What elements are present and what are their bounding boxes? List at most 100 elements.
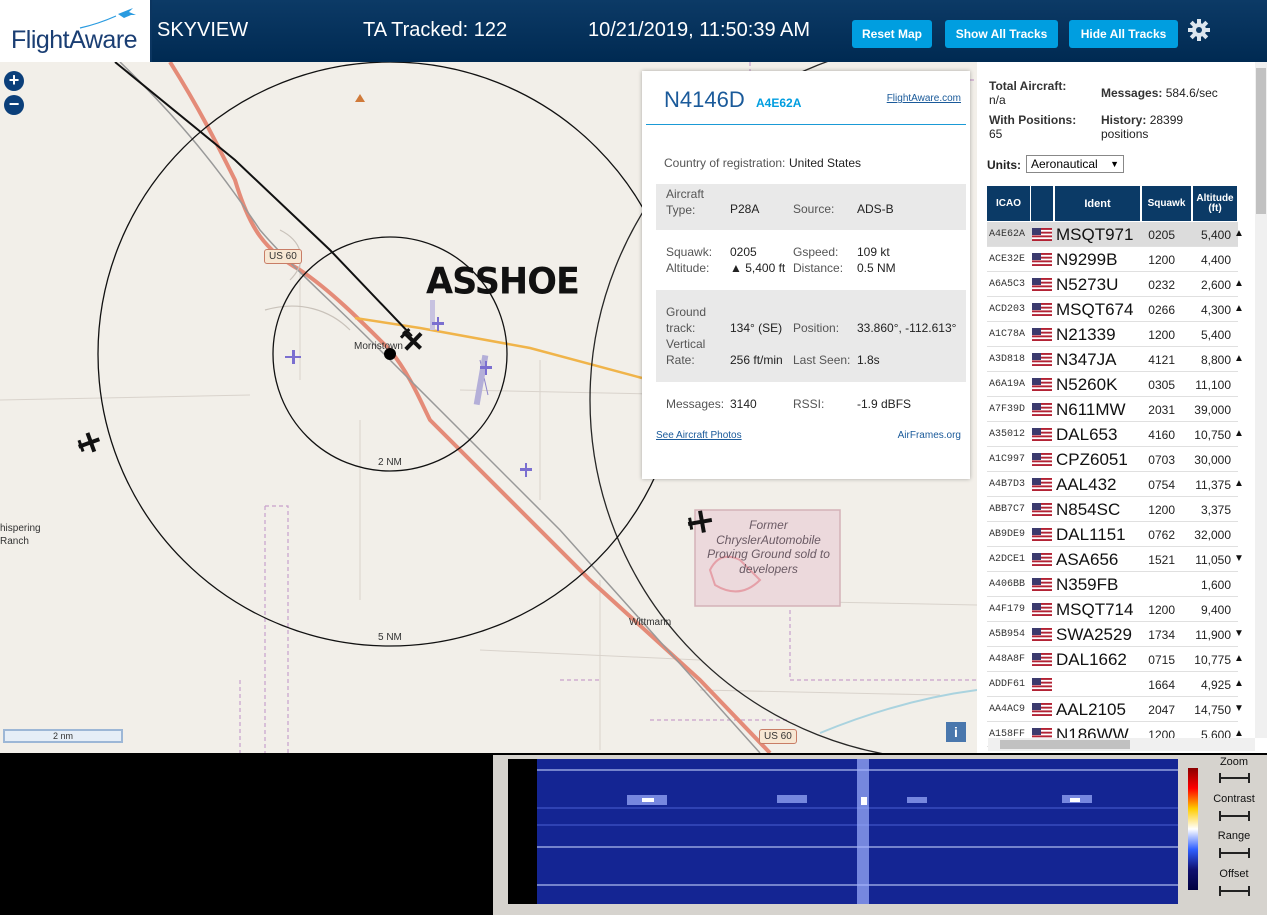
proving-ground-label: Former ChryslerAutomobile Proving Ground… bbox=[707, 518, 830, 576]
table-row[interactable]: ACE32E N9299B 1200 4,400 bbox=[987, 247, 1238, 272]
table-row[interactable]: A6A19A N5260K 0305 11,100 bbox=[987, 372, 1238, 397]
row-icao: A406BB bbox=[989, 579, 1026, 590]
table-row[interactable]: AB9DE9 DAL1151 0762 32,000 bbox=[987, 522, 1238, 547]
aircraft-icon[interactable] bbox=[518, 462, 534, 478]
col-header-altitude[interactable]: Altitude (ft) bbox=[1193, 186, 1237, 221]
us-flag-icon bbox=[1032, 303, 1052, 316]
table-row[interactable]: A1C78A N21339 1200 5,400 bbox=[987, 322, 1238, 347]
row-icao: A1C78A bbox=[989, 329, 1026, 340]
col-header-ident[interactable]: Ident bbox=[1055, 186, 1140, 221]
aircraft-type-value: P28A bbox=[730, 202, 760, 216]
row-icao: A6A19A bbox=[989, 379, 1026, 390]
row-ident: N9299B bbox=[1056, 250, 1118, 269]
row-icao: A7F39D bbox=[989, 404, 1026, 415]
row-altitude: 10,750 bbox=[1194, 428, 1231, 442]
table-row[interactable]: A6A5C3 N5273U 0232 2,600 ▲ bbox=[987, 272, 1244, 297]
row-altitude: 39,000 bbox=[1194, 403, 1231, 417]
range-slider[interactable] bbox=[1219, 848, 1250, 858]
waterfall-spectrum bbox=[537, 759, 1178, 904]
row-icao: ABB7C7 bbox=[989, 504, 1026, 515]
table-row[interactable]: A2DCE1 ASA656 1521 11,050 ▼ bbox=[987, 547, 1244, 572]
offset-slider[interactable] bbox=[1219, 886, 1250, 896]
flightaware-link[interactable]: FlightAware.com bbox=[887, 93, 961, 104]
aircraft-icon[interactable] bbox=[76, 430, 102, 456]
table-row[interactable]: A35012 DAL653 4160 10,750 ▲ bbox=[987, 422, 1244, 447]
row-ident: DAL1662 bbox=[1056, 650, 1127, 669]
info-icon[interactable]: i bbox=[946, 722, 966, 742]
chevron-down-icon: ▼ bbox=[1110, 159, 1119, 169]
total-aircraft-label: Total Aircraft: bbox=[989, 79, 1067, 93]
col-header-flag[interactable] bbox=[1031, 186, 1053, 221]
col-header-squawk[interactable]: Squawk bbox=[1142, 186, 1191, 221]
row-altitude: 11,100 bbox=[1195, 378, 1231, 392]
altitude-label: Altitude: bbox=[666, 261, 710, 275]
whispering-ranch-label: hispering Ranch bbox=[0, 523, 41, 547]
table-row[interactable]: A4B7D3 AAL432 0754 11,375 ▲ bbox=[987, 472, 1244, 497]
vertical-scroll-thumb[interactable] bbox=[1256, 68, 1266, 214]
table-row[interactable]: A3D818 N347JA 4121 8,800 ▲ bbox=[987, 347, 1244, 372]
row-altitude: 11,375 bbox=[1195, 478, 1231, 492]
row-ident: ASA656 bbox=[1056, 550, 1119, 569]
country-label: Country of registration: bbox=[664, 156, 786, 170]
messages-stat: Messages: 584.6/sec bbox=[1101, 86, 1218, 100]
table-row[interactable]: A406BB N359FB 1,600 bbox=[987, 572, 1238, 597]
units-value: Aeronautical bbox=[1031, 157, 1098, 171]
reset-map-button[interactable]: Reset Map bbox=[852, 20, 932, 48]
row-squawk: 0232 bbox=[1148, 278, 1175, 292]
table-row[interactable]: ADDF61 1664 4,925 ▲ bbox=[987, 672, 1244, 697]
horizontal-scroll-thumb[interactable] bbox=[1000, 740, 1130, 749]
row-vertical-rate-icon: ▼ bbox=[1234, 628, 1244, 639]
table-row[interactable]: ABB7C7 N854SC 1200 3,375 bbox=[987, 497, 1238, 522]
us-flag-icon bbox=[1032, 378, 1052, 391]
units-select[interactable]: Aeronautical ▼ bbox=[1026, 155, 1124, 173]
table-row[interactable]: A48A8F DAL1662 0715 10,775 ▲ bbox=[987, 647, 1244, 672]
row-squawk: 4160 bbox=[1148, 428, 1175, 442]
squawk-value: 0205 bbox=[730, 245, 757, 259]
us-flag-icon bbox=[1032, 703, 1052, 716]
zoom-out-button[interactable]: − bbox=[4, 95, 24, 115]
hide-all-tracks-button[interactable]: Hide All Tracks bbox=[1069, 20, 1178, 48]
popup-icao: A4E62A bbox=[756, 96, 802, 110]
row-icao: A2DCE1 bbox=[989, 554, 1026, 565]
row-squawk: 4121 bbox=[1148, 353, 1175, 367]
aircraft-icon[interactable] bbox=[478, 360, 494, 376]
zoom-slider[interactable] bbox=[1219, 773, 1250, 783]
flightaware-logo[interactable]: FlightAware bbox=[0, 0, 152, 62]
source-value: ADS-B bbox=[857, 202, 894, 216]
row-vertical-rate-icon: ▲ bbox=[1234, 678, 1244, 689]
table-row[interactable]: A7F39D N611MW 2031 39,000 bbox=[987, 397, 1238, 422]
table-row[interactable]: A5B954 SWA2529 1734 11,900 ▼ bbox=[987, 622, 1244, 647]
col-header-icao[interactable]: ICAO bbox=[987, 186, 1030, 221]
contrast-slider[interactable] bbox=[1219, 811, 1250, 821]
row-altitude: 32,000 bbox=[1194, 528, 1231, 542]
us-flag-icon bbox=[1032, 453, 1052, 466]
row-squawk: 2047 bbox=[1148, 703, 1175, 717]
gspeed-value: 109 kt bbox=[857, 245, 890, 259]
aircraft-icon[interactable] bbox=[430, 316, 446, 332]
aircraft-icon[interactable] bbox=[284, 348, 302, 366]
row-ident: DAL653 bbox=[1056, 425, 1118, 444]
table-row[interactable]: A1C997 CPZ6051 0703 30,000 bbox=[987, 447, 1238, 472]
table-row[interactable]: A4E62A MSQT971 0205 5,400 ▲ bbox=[987, 222, 1244, 247]
row-altitude: 11,900 bbox=[1195, 628, 1231, 642]
row-vertical-rate-icon: ▲ bbox=[1234, 228, 1244, 239]
aircraft-photos-link[interactable]: See Aircraft Photos bbox=[656, 430, 742, 441]
gear-icon[interactable] bbox=[1187, 18, 1211, 42]
table-row[interactable]: A4F179 MSQT714 1200 9,400 bbox=[987, 597, 1238, 622]
with-positions-value: 65 bbox=[989, 127, 1003, 141]
airframes-link[interactable]: AirFrames.org bbox=[898, 430, 961, 441]
us-flag-icon bbox=[1032, 428, 1052, 441]
zoom-in-button[interactable]: + bbox=[4, 71, 24, 91]
show-all-tracks-button[interactable]: Show All Tracks bbox=[945, 20, 1058, 48]
messages-rate-label: Messages: bbox=[1101, 86, 1163, 100]
position-value: 33.860°, -112.613° bbox=[857, 321, 957, 335]
table-row[interactable]: AA4AC9 AAL2105 2047 14,750 ▼ bbox=[987, 697, 1244, 722]
table-row[interactable]: ACD203 MSQT674 0266 4,300 ▲ bbox=[987, 297, 1244, 322]
row-vertical-rate-icon: ▼ bbox=[1234, 553, 1244, 564]
skyview-app: FlightAware SKYVIEW TA Tracked: 122 10/2… bbox=[0, 0, 1267, 915]
row-altitude: 9,400 bbox=[1200, 603, 1231, 617]
overlay-text: ASSHOE bbox=[426, 261, 580, 303]
distance-value: 0.5 NM bbox=[857, 261, 896, 275]
row-icao: ACE32E bbox=[989, 254, 1026, 265]
contrast-control-label: Contrast bbox=[1213, 793, 1255, 805]
